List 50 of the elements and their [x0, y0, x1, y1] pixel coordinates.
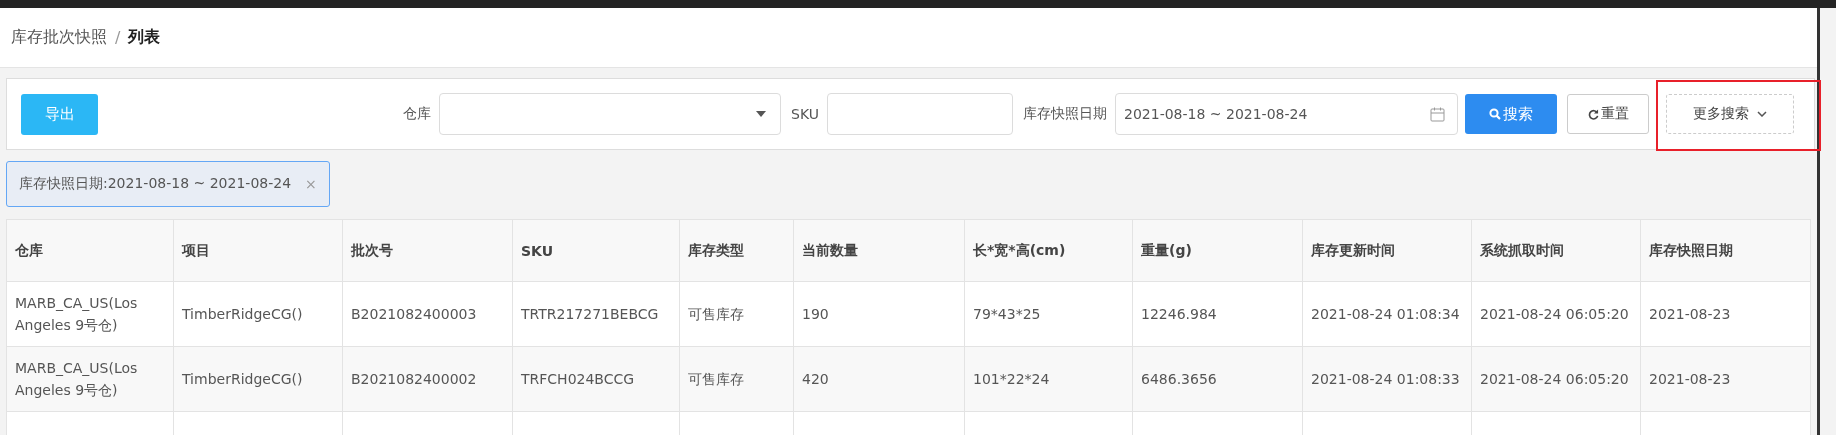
table-cell: 2021-08-23	[1649, 370, 1731, 387]
table-cell: 420	[802, 370, 829, 387]
column-header: 库存类型	[688, 241, 744, 258]
column-header: 系统抓取时间	[1480, 241, 1564, 258]
table-cell: TRFCH024BCCG	[521, 370, 635, 387]
column-header: 当前数量	[802, 241, 858, 258]
calendar-icon	[1430, 106, 1445, 122]
refresh-icon	[1587, 108, 1599, 120]
breadcrumb-current: 列表	[128, 27, 161, 48]
column-header: 库存更新时间	[1311, 241, 1395, 258]
table-cell: TimberRidgeCG()	[182, 370, 303, 387]
column-header: 批次号	[351, 241, 393, 258]
table-cell: 6486.3656	[1141, 370, 1217, 387]
table-cell: 2021-08-24 06:05:20	[1480, 370, 1629, 387]
column-header: SKU	[521, 242, 554, 259]
date-range-field[interactable]: 2021-08-18 ~ 2021-08-24	[1115, 93, 1458, 135]
table-cell: 2021-08-24 01:08:33	[1311, 370, 1460, 387]
warehouse-select[interactable]	[439, 93, 782, 135]
breadcrumb-separator: /	[115, 28, 121, 47]
breadcrumb-link[interactable]: 库存批次快照	[11, 27, 107, 48]
more-search-button[interactable]: 更多搜索	[1666, 94, 1794, 134]
filter-label: 库存快照日期	[1023, 105, 1107, 123]
table-cell: MARB_CA_US(Los Angeles 9号仓)	[15, 359, 138, 398]
column-header: 库存快照日期	[1649, 241, 1733, 258]
filter-tag-label: 库存快照日期:2021-08-18 ~ 2021-08-24	[19, 175, 292, 193]
reset-button[interactable]: 重置	[1567, 94, 1649, 134]
table-cell: 可售库存	[688, 370, 744, 387]
table-cell: 12246.984	[1141, 305, 1217, 322]
table-cell: 101*22*24	[973, 370, 1050, 387]
column-header: 仓库	[15, 241, 43, 258]
table-cell: 可售库存	[688, 305, 744, 322]
table-cell: B2021082400002	[351, 370, 477, 387]
chevron-down-icon	[1757, 111, 1767, 117]
column-header: 长*宽*高(cm)	[973, 241, 1066, 258]
column-header: 项目	[182, 241, 210, 258]
table-cell: 79*43*25	[973, 305, 1041, 322]
filter-label: SKU	[791, 106, 819, 122]
table-cell: 2021-08-24 06:05:20	[1480, 305, 1629, 322]
table-cell: TRTR217271BEBCG	[521, 305, 659, 322]
filter-label: 仓库	[403, 105, 432, 123]
column-header: 重量(g)	[1141, 241, 1192, 258]
search-icon	[1489, 108, 1501, 120]
table-cell: 2021-08-24 01:08:34	[1311, 305, 1460, 322]
table-cell: TimberRidgeCG()	[182, 305, 303, 322]
caret-icon	[756, 111, 767, 117]
sku-input[interactable]	[827, 93, 1013, 135]
table-cell: 190	[802, 305, 829, 322]
table-cell: 2021-08-23	[1649, 305, 1731, 322]
table-cell: MARB_CA_US(Los Angeles 9号仓)	[15, 294, 138, 333]
table-cell: B2021082400003	[351, 305, 477, 322]
